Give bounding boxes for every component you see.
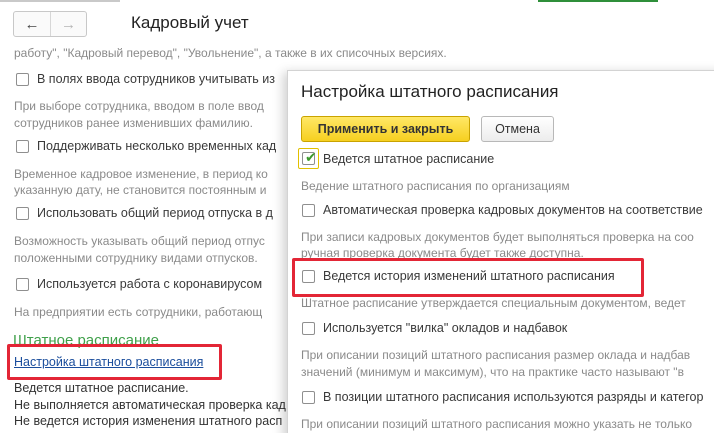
- option-label: В полях ввода сотрудников учитывать из: [37, 72, 275, 86]
- option-description: Возможность указывать общий период отпус: [14, 234, 265, 248]
- checkbox-grades-categories[interactable]: [302, 391, 315, 404]
- status-line: Не ведется история изменения штатного ра…: [14, 414, 283, 428]
- option-label: Поддерживать несколько временных кад: [37, 139, 277, 153]
- option-label: Ведется штатное расписание: [323, 152, 495, 166]
- top-tab-strip: [0, 0, 714, 4]
- checkbox-staffing-enabled[interactable]: ✔: [302, 149, 317, 165]
- option-description: указанную дату, не становится постоянным…: [14, 183, 267, 197]
- option-label: В позиции штатного расписания используют…: [323, 390, 704, 404]
- intro-text: работу", "Кадровый перевод", "Увольнение…: [14, 46, 447, 60]
- checkmark-icon: ✔: [305, 149, 317, 165]
- option-description: При записи кадровых документов будет вып…: [301, 230, 694, 244]
- checkbox-auto-check-documents[interactable]: [302, 204, 315, 217]
- status-line: Ведется штатное расписание.: [14, 381, 189, 395]
- window-title: Кадровый учет: [131, 13, 249, 32]
- checkbox-common-vacation[interactable]: [16, 207, 29, 220]
- cancel-button[interactable]: Отмена: [481, 116, 554, 142]
- option-label: Ведется история изменений штатного распи…: [323, 269, 615, 283]
- checkbox-temporary-changes[interactable]: [16, 140, 29, 153]
- section-title: Штатное расписание: [13, 332, 160, 349]
- tab-strip-segment: [0, 0, 120, 2]
- staffing-settings-dialog: Настройка штатного расписания Применить …: [287, 70, 714, 433]
- option-description: положенными сотруднику видами отпусков.: [14, 251, 258, 265]
- forward-button[interactable]: →: [49, 12, 86, 36]
- option-label: Использовать общий период отпуска в д: [37, 206, 273, 220]
- option-description: Штатное расписание утверждается специаль…: [301, 296, 686, 310]
- option-description: При описании позиций штатного расписания…: [301, 417, 693, 431]
- option-description: ручная проверка документа будет также до…: [301, 246, 584, 260]
- dialog-title: Настройка штатного расписания: [301, 82, 559, 101]
- history-navigation: ← →: [13, 11, 87, 37]
- option-label: Автоматическая проверка кадровых докумен…: [323, 203, 703, 217]
- option-description: При описании позиций штатного расписания…: [301, 348, 691, 362]
- option-label: Используется работа с коронавирусом: [37, 277, 263, 291]
- apply-and-close-button[interactable]: Применить и закрыть: [301, 116, 470, 142]
- checkbox-coronavirus[interactable]: [16, 278, 29, 291]
- checkbox-consider-changes[interactable]: [16, 73, 29, 86]
- status-line: Не выполняется автоматическая проверка к…: [14, 398, 286, 412]
- checkbox-salary-range[interactable]: [302, 322, 315, 335]
- option-description: На предприятии есть сотрудники, работающ: [14, 305, 263, 319]
- checkbox-history-changes[interactable]: [302, 270, 315, 283]
- staffing-settings-link[interactable]: Настройка штатного расписания: [14, 355, 203, 369]
- option-description: значений (минимум и максимум), что на пр…: [301, 365, 684, 379]
- option-label: Используется "вилка" окладов и надбавок: [323, 321, 568, 335]
- option-description: Временное кадровое изменение, в период к…: [14, 167, 268, 181]
- back-button[interactable]: ←: [14, 12, 50, 36]
- option-description: сотрудников ранее изменивших фамилию.: [14, 116, 253, 130]
- option-description: Ведение штатного расписания по организац…: [301, 179, 570, 193]
- tab-strip-active-segment: [538, 0, 658, 2]
- arrow-right-icon: →: [60, 15, 76, 33]
- arrow-left-icon: ←: [24, 15, 40, 33]
- option-description: При выборе сотрудника, вводом в поле вво…: [14, 99, 264, 113]
